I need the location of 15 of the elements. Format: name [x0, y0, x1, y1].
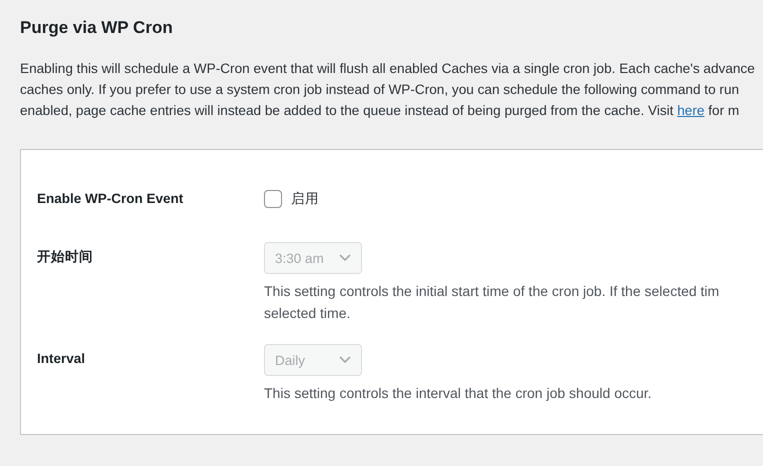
setting-label: Interval [37, 350, 86, 368]
setting-description: This setting controls the interval that the cron job should occur. [264, 384, 653, 403]
description-line: Enabling this will schedule a WP-Cron event that will flush all enabled Caches via a single cron job. Each cache's advance [20, 60, 756, 78]
description-line: caches only. If you prefer to use a system cron job instead of WP-Cron, you can schedule the following command to run [20, 81, 740, 99]
here-link[interactable]: here [677, 103, 704, 118]
setting-description: selected time. [264, 304, 352, 323]
checkbox[interactable] [264, 190, 282, 208]
description-line: enabled, page cache entries will instead be added to the queue instead of being purged from the cache. Visit here for m [20, 102, 740, 120]
checkbox-label: 启用 [291, 190, 319, 208]
setting-label: Enable WP-Cron Event [37, 190, 184, 208]
chevron-down-icon [339, 254, 351, 262]
setting-label: 开始时间 [37, 248, 94, 266]
section-heading: Purge via WP Cron [20, 17, 174, 39]
setting-description: This setting controls the initial start time of the cron job. If the selected tim [264, 282, 720, 301]
chevron-down-icon [339, 356, 351, 364]
